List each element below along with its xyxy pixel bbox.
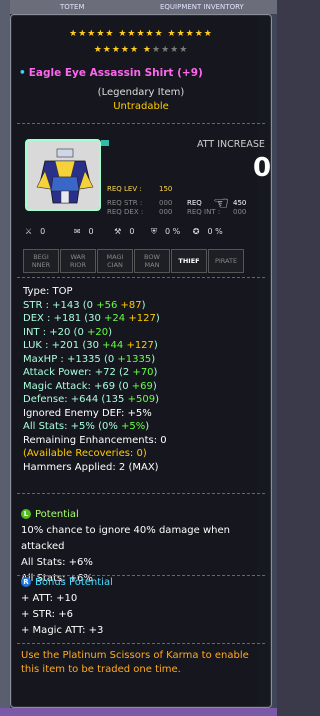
bottom-bar bbox=[0, 708, 277, 716]
available-recoveries: (Available Recoveries: 0) bbox=[23, 448, 147, 459]
totem-tab[interactable]: TOTEM bbox=[60, 0, 85, 14]
divider bbox=[17, 643, 265, 644]
potential-line-1: 10% chance to ignore 40% damage when att… bbox=[21, 525, 230, 552]
req-level: REQ LEV :150 bbox=[107, 185, 173, 193]
shield-icon: ⛨ bbox=[150, 227, 157, 236]
star-force-row-2: ★★★★★ ★★★★★ bbox=[93, 45, 189, 55]
item-icon-frame bbox=[25, 139, 101, 211]
hammers-applied: Hammers Applied: 2 (MAX) bbox=[23, 461, 159, 473]
star-force-row-1: ★★★★★ ★★★★★ ★★★★★ bbox=[69, 29, 213, 39]
item-stats: Type: TOP STR : +143 (0 +56 +87) DEX : +… bbox=[23, 285, 265, 474]
stat-int: INT : +20 (0 +20) bbox=[23, 326, 113, 338]
potential-line-2: All Stats: +6% bbox=[21, 557, 93, 568]
rare-bonus-potential-icon: R bbox=[21, 577, 31, 587]
stat-luk: LUK : +201 (30 +44 +127) bbox=[23, 340, 158, 351]
stat-defense: Defense: +644 (135 +509) bbox=[23, 394, 159, 405]
divider bbox=[17, 277, 265, 278]
bonus-line-3: + Magic ATT: +3 bbox=[21, 625, 104, 636]
bonus-potential-title: R Bonus Potential bbox=[21, 577, 113, 588]
legendary-potential-icon: L bbox=[21, 509, 31, 519]
stat-ignore-def: Ignored Enemy DEF: +5% bbox=[23, 407, 152, 419]
potential-title: L Potential bbox=[21, 509, 79, 520]
divider bbox=[17, 123, 265, 124]
class-thief: THIEF bbox=[171, 249, 207, 273]
scroll-icon: ✉ bbox=[73, 227, 81, 236]
att-increase-label: ATT INCREASE bbox=[197, 139, 265, 150]
item-rarity: (Legendary Item) bbox=[97, 87, 185, 98]
att-increase-value: 0 bbox=[253, 153, 272, 183]
stat-magic-attack: Magic Attack: +69 (0 +69) bbox=[23, 380, 157, 392]
req-dex: REQ DEX :000 bbox=[107, 208, 173, 216]
karma-scissors-note: Use the Platinum Scissors of Karma to en… bbox=[21, 650, 249, 675]
bonus-line-1: + ATT: +10 bbox=[21, 593, 78, 604]
stat-attack-power: Attack Power: +72 (2 +70) bbox=[23, 367, 158, 378]
class-bowman: BOW MAN bbox=[134, 249, 170, 273]
divider bbox=[17, 575, 265, 576]
class-beginner: BEGI NNER bbox=[23, 249, 59, 273]
stat-maxhp: MaxHP : +1335 (0 +1335) bbox=[23, 353, 156, 365]
class-magician: MAGI CIAN bbox=[97, 249, 133, 273]
trade-status: Untradable bbox=[113, 101, 169, 112]
class-warrior: WAR RIOR bbox=[60, 249, 96, 273]
req-str: REQ STR :000 bbox=[107, 199, 173, 207]
hammer-icon: ⚒ bbox=[114, 227, 122, 236]
sword-icon: ⚔ bbox=[25, 227, 33, 236]
cursor-hand-icon: ☜ bbox=[213, 193, 230, 214]
item-name: • Eagle Eye Assassin Shirt (+9) bbox=[19, 67, 203, 79]
item-info-icons: ⚔ 0 ✉ 0 ⚒ 0 ⛨ 0 % ✪ 0 % bbox=[25, 227, 223, 236]
bonus-line-2: + STR: +6 bbox=[21, 609, 73, 620]
req-luk: REQ 450 bbox=[187, 199, 247, 207]
remaining-enhancements: Remaining Enhancements: 0 bbox=[23, 434, 167, 446]
stat-all-stats: All Stats: +5% (0% +5%) bbox=[23, 421, 150, 432]
job-class-row: BEGI NNER WAR RIOR MAGI CIAN BOW MAN THI… bbox=[23, 249, 245, 273]
item-tooltip: ★★★★★ ★★★★★ ★★★★★ ★★★★★ ★★★★★ • Eagle Eye… bbox=[10, 14, 272, 708]
star-icon: ✪ bbox=[192, 227, 200, 236]
equipment-inventory-tab[interactable]: EQUIPMENT INVENTORY bbox=[160, 0, 244, 14]
stat-type: Type: TOP bbox=[23, 286, 73, 297]
class-pirate: PIRATE bbox=[208, 249, 244, 273]
item-grade-flag bbox=[101, 140, 109, 146]
bullet-icon: • bbox=[19, 67, 26, 79]
stat-dex: DEX : +181 (30 +24 +127) bbox=[23, 313, 160, 324]
bonus-potential-lines: + ATT: +10 + STR: +6 + Magic ATT: +3 bbox=[21, 591, 267, 639]
shirt-icon bbox=[36, 148, 94, 204]
stat-str: STR : +143 (0 +56 +87) bbox=[23, 299, 146, 311]
divider bbox=[17, 493, 265, 494]
